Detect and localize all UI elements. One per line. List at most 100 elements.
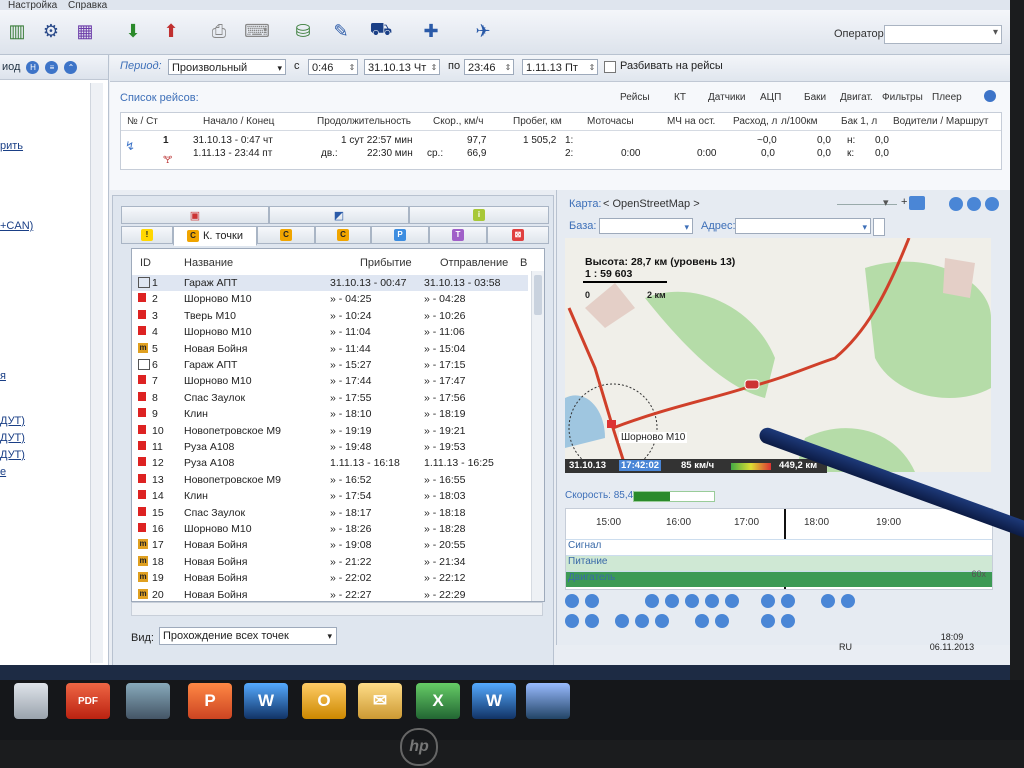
flag-marker-icon[interactable]: [607, 420, 616, 428]
from-time-input[interactable]: 0:46 ⇕: [308, 59, 358, 75]
download-icon[interactable]: ⬇: [118, 16, 148, 46]
left-pane-scrollbar[interactable]: [90, 83, 103, 663]
tab-category[interactable]: ⊠: [487, 226, 549, 244]
search-icon[interactable]: [565, 614, 579, 628]
point-row[interactable]: 6 Гараж АПТ » - 15:27 » - 17:15: [132, 357, 528, 373]
left-pane-item[interactable]: ДУТ): [0, 432, 25, 444]
collapse-icon[interactable]: ⌃: [64, 60, 78, 74]
period-type-select[interactable]: Произвольный ▾: [168, 59, 286, 75]
refresh-icon[interactable]: [949, 197, 963, 211]
trips-column-header[interactable]: № / Ст: [127, 116, 158, 127]
tray-clock[interactable]: 18:09 06.11.2013: [922, 632, 982, 652]
outlook-app-icon[interactable]: O: [302, 683, 346, 719]
trips-tab-header[interactable]: Плеер: [932, 92, 962, 103]
trips-column-header[interactable]: МЧ на ост.: [667, 116, 715, 127]
tab-category[interactable]: P: [371, 226, 429, 244]
satellite-icon[interactable]: ✈: [468, 16, 498, 46]
tab-info[interactable]: i: [409, 206, 549, 224]
zoom-in-icon[interactable]: +: [901, 196, 907, 208]
close-icon[interactable]: [985, 197, 999, 211]
timeline-row[interactable]: Сигнал: [566, 539, 992, 555]
point-row[interactable]: m 17 Новая Бойня » - 19:08 » - 20:55: [132, 537, 528, 553]
points-hscroll[interactable]: [131, 602, 543, 616]
trips-column-header[interactable]: Начало / Конец: [203, 116, 274, 127]
play-icon[interactable]: [685, 594, 699, 608]
left-pane-item[interactable]: е: [0, 466, 6, 478]
pin-icon[interactable]: [615, 614, 629, 628]
list-icon[interactable]: [821, 594, 835, 608]
point-row[interactable]: 9 Клин » - 18:10 » - 18:19: [132, 406, 528, 422]
record-icon[interactable]: [585, 594, 599, 608]
base-select[interactable]: ▾: [599, 218, 693, 234]
vehicle-icon[interactable]: [744, 379, 760, 390]
point-row[interactable]: 14 Клин » - 17:54 » - 18:03: [132, 488, 528, 504]
pdf-app-icon[interactable]: PDF: [66, 683, 110, 719]
trips-tab-header[interactable]: Рейсы: [620, 92, 650, 103]
spinner-icon[interactable]: ⇕: [503, 60, 513, 76]
truck-icon[interactable]: ⛟: [366, 16, 396, 46]
timeline-row[interactable]: Двигатель: [566, 571, 992, 587]
export-icon[interactable]: [781, 614, 795, 628]
play-back-icon[interactable]: [665, 594, 679, 608]
word-app-icon-2[interactable]: W: [472, 683, 516, 719]
address-go-button[interactable]: [873, 218, 885, 236]
left-pane-item[interactable]: ДУТ): [0, 415, 25, 427]
split-trips-checkbox[interactable]: [604, 61, 616, 73]
zoom-plus-icon[interactable]: [781, 594, 795, 608]
tab-chart[interactable]: ◩: [269, 206, 409, 224]
chart-icon[interactable]: ▥: [2, 16, 32, 46]
col-id[interactable]: ID: [140, 257, 151, 269]
fit-icon[interactable]: [841, 594, 855, 608]
point-row[interactable]: 11 Руза А108 » - 19:48 » - 19:53: [132, 439, 528, 455]
list-icon[interactable]: ≡: [45, 60, 59, 74]
timeline[interactable]: 15:00 16:00 17:00 18:00 19:00 Сигнал Питание Д…: [565, 508, 993, 590]
home-icon[interactable]: H: [26, 60, 40, 74]
address-input[interactable]: ▾: [735, 218, 871, 234]
point-row[interactable]: 2 Шорново М10 » - 04:25 » - 04:28: [132, 291, 528, 307]
zoom-handle-icon[interactable]: ▾: [883, 196, 889, 209]
tab-alert[interactable]: !: [121, 226, 173, 244]
point-row[interactable]: 16 Шорново М10 » - 18:26 » - 18:28: [132, 521, 528, 537]
to-time-input[interactable]: 23:46 ⇕: [464, 59, 514, 75]
point-row[interactable]: 13 Новопетровское М9 » - 16:52 » - 16:55: [132, 472, 528, 488]
trips-tab-header[interactable]: Фильтры: [882, 92, 923, 103]
route-icon[interactable]: [715, 614, 729, 628]
col-name[interactable]: Название: [184, 257, 233, 269]
mail-app-icon[interactable]: ✉: [358, 683, 402, 719]
trips-column-header[interactable]: л/100км: [781, 116, 818, 127]
points-vscroll[interactable]: [531, 271, 544, 601]
forward-icon[interactable]: [705, 594, 719, 608]
tab-image[interactable]: ▣: [121, 206, 269, 224]
layers-icon[interactable]: [909, 196, 925, 210]
trips-column-header[interactable]: Продолжительность: [317, 116, 411, 127]
point-row[interactable]: 10 Новопетровское М9 » - 19:19 » - 19:21: [132, 423, 528, 439]
col-departure[interactable]: Отправление: [440, 257, 508, 269]
left-pane-item[interactable]: ДУТ): [0, 449, 25, 461]
info-icon[interactable]: [984, 90, 996, 102]
point-row[interactable]: m 5 Новая Бойня » - 11:44 » - 15:04: [132, 341, 528, 357]
stop-icon[interactable]: [565, 594, 579, 608]
table-icon[interactable]: ▦: [70, 16, 100, 46]
point-row[interactable]: 7 Шорново М10 » - 17:44 » - 17:47: [132, 373, 528, 389]
word-app-icon[interactable]: W: [244, 683, 288, 719]
spinner-icon[interactable]: ⇕: [347, 60, 357, 76]
center-icon[interactable]: [695, 614, 709, 628]
view-select[interactable]: Прохождение всех точек ▾: [159, 627, 337, 645]
operator-select[interactable]: [884, 25, 1002, 44]
trips-column-header[interactable]: Скор., км/ч: [433, 116, 483, 127]
point-row[interactable]: 3 Тверь М10 » - 10:24 » - 10:26: [132, 308, 528, 324]
map-source-value[interactable]: < OpenStreetMap >: [603, 198, 700, 210]
trips-tab-header[interactable]: АЦП: [760, 92, 781, 103]
point-row[interactable]: 15 Спас Заулок » - 18:17 » - 18:18: [132, 505, 528, 521]
scroll-thumb[interactable]: [534, 275, 542, 315]
spinner-icon[interactable]: ⇕: [429, 60, 439, 76]
settings-icon[interactable]: [967, 197, 981, 211]
trips-tab-header[interactable]: Баки: [804, 92, 826, 103]
end-icon[interactable]: [725, 594, 739, 608]
trips-column-header[interactable]: Моточасы: [587, 116, 634, 127]
col-extra[interactable]: В: [520, 257, 527, 269]
trips-column-header[interactable]: Бак 1, л: [841, 116, 877, 127]
point-row[interactable]: m 20 Новая Бойня » - 22:27 » - 22:29: [132, 587, 528, 601]
trips-tab-header[interactable]: КТ: [674, 92, 686, 103]
rewind-icon[interactable]: [645, 594, 659, 608]
